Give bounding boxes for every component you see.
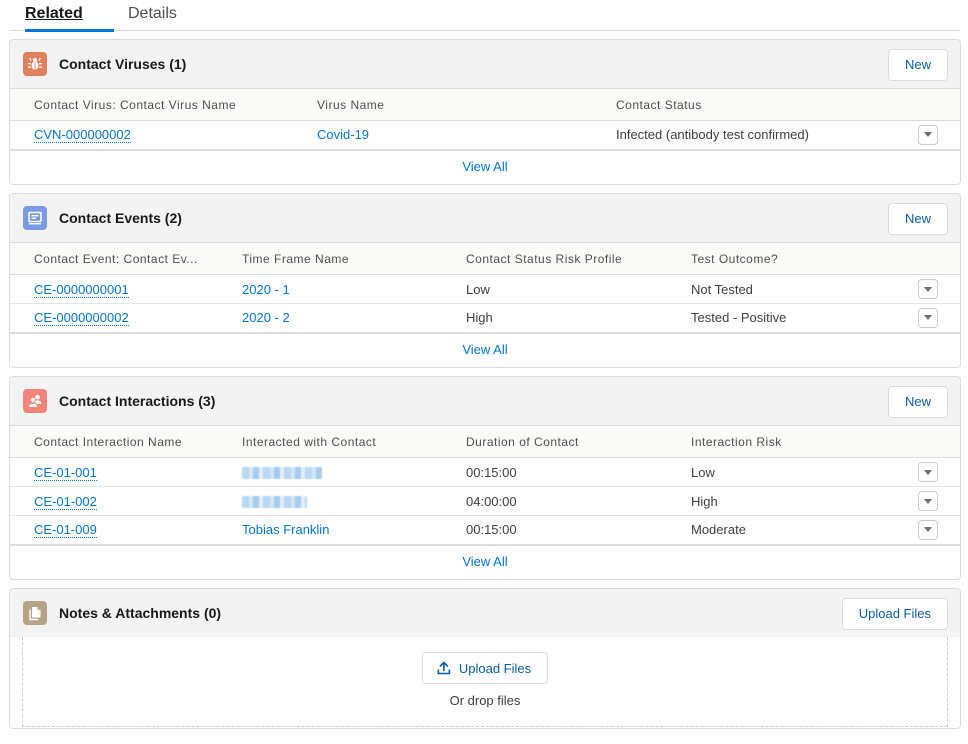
column-header[interactable]: Contact Interaction Name: [10, 425, 218, 458]
new-contact-virus-button[interactable]: New: [887, 49, 948, 81]
contact-events-table: Contact Event: Contact Ev... Time Frame …: [10, 242, 960, 334]
drop-files-hint: Or drop files: [449, 693, 521, 708]
card-footer: View All: [10, 333, 960, 367]
chevron-down-icon: [924, 498, 932, 504]
column-header[interactable]: Contact Status Risk Profile: [442, 242, 667, 275]
card-title: Contact Events (2): [59, 210, 182, 226]
contact-status: Infected (antibody test confirmed): [592, 120, 912, 151]
table-row: CE-0000000002 2020 - 2 High Tested - Pos…: [10, 303, 960, 334]
tab-details[interactable]: Details: [128, 4, 177, 24]
chevron-down-icon: [924, 469, 932, 475]
duration: 00:15:00: [442, 515, 667, 546]
column-header[interactable]: Contact Event: Contact Ev...: [10, 242, 218, 275]
card-header: Notes & Attachments (0) Upload Files: [10, 589, 960, 637]
new-contact-interaction-button[interactable]: New: [887, 386, 948, 418]
contact-events-card: Contact Events (2) New Contact Event: Co…: [9, 193, 961, 368]
new-contact-event-button[interactable]: New: [887, 203, 948, 235]
view-all-link[interactable]: View All: [462, 554, 507, 569]
actions-header: [912, 88, 960, 121]
redacted-contact-link[interactable]: [242, 467, 322, 480]
view-all-link[interactable]: View All: [462, 159, 507, 174]
column-header[interactable]: Duration of Contact: [442, 425, 667, 458]
row-actions-dropdown[interactable]: [918, 279, 938, 299]
contact-viruses-card: Contact Viruses (1) New Contact Virus: C…: [9, 39, 961, 185]
table-row: CVN-000000002 Covid-19 Infected (antibod…: [10, 120, 960, 151]
column-header[interactable]: Interaction Risk: [667, 425, 912, 458]
card-header: Contact Interactions (3) New: [10, 377, 960, 425]
contact-interactions-table: Contact Interaction Name Interacted with…: [10, 425, 960, 546]
card-title: Contact Viruses (1): [59, 56, 187, 72]
card-body: Upload Files Or drop files: [10, 637, 960, 728]
row-actions-dropdown[interactable]: [918, 519, 938, 540]
row-actions-dropdown[interactable]: [918, 462, 938, 482]
contact-interactions-card: Contact Interactions (3) New Contact Int…: [9, 376, 961, 580]
interaction-risk: Low: [667, 457, 912, 487]
time-frame-link[interactable]: 2020 - 1: [242, 282, 290, 297]
row-actions-dropdown[interactable]: [918, 491, 938, 511]
chevron-down-icon: [924, 132, 932, 138]
column-header[interactable]: Contact Status: [592, 88, 912, 121]
risk-profile: High: [442, 303, 667, 334]
duration: 04:00:00: [442, 486, 667, 516]
table-row: CE-01-009 Tobias Franklin 00:15:00 Moder…: [10, 515, 960, 546]
bug-icon: [23, 52, 47, 76]
test-outcome: Not Tested: [667, 274, 912, 304]
row-actions-dropdown[interactable]: [918, 307, 938, 328]
card-title: Notes & Attachments (0): [59, 605, 222, 621]
record-link[interactable]: CE-0000000002: [34, 310, 129, 327]
card-footer: View All: [10, 545, 960, 579]
chevron-down-icon: [924, 315, 932, 321]
people-icon: [23, 389, 47, 413]
table-row: CE-0000000001 2020 - 1 Low Not Tested: [10, 274, 960, 304]
tab-bar: Related Details: [10, 0, 960, 32]
active-tab-indicator: [25, 29, 114, 32]
upload-files-button[interactable]: Upload Files: [421, 652, 549, 684]
virus-link[interactable]: Covid-19: [317, 127, 369, 142]
upload-files-label: Upload Files: [458, 660, 532, 676]
file-drop-zone[interactable]: Upload Files Or drop files: [22, 637, 948, 727]
event-icon: [23, 206, 47, 230]
column-header[interactable]: Time Frame Name: [218, 242, 442, 275]
notes-attachments-card: Notes & Attachments (0) Upload Files Upl…: [9, 588, 961, 729]
view-all-link[interactable]: View All: [462, 342, 507, 357]
record-link[interactable]: CE-0000000001: [34, 281, 129, 298]
redacted-contact-link[interactable]: [242, 496, 307, 509]
card-header: Contact Viruses (1) New: [10, 40, 960, 88]
table-row: CE-01-002 04:00:00 High: [10, 486, 960, 516]
test-outcome: Tested - Positive: [667, 303, 912, 334]
chevron-down-icon: [924, 527, 932, 533]
upload-icon: [437, 661, 451, 675]
card-header: Contact Events (2) New: [10, 194, 960, 242]
table-row: CE-01-001 00:15:00 Low: [10, 457, 960, 487]
card-footer: View All: [10, 150, 960, 184]
record-link[interactable]: CVN-000000002: [34, 127, 131, 144]
record-link[interactable]: CE-01-002: [34, 493, 97, 510]
duration: 00:15:00: [442, 457, 667, 487]
record-link[interactable]: CE-01-001: [34, 464, 97, 481]
column-header[interactable]: Contact Virus: Contact Virus Name: [10, 88, 293, 121]
actions-header: [912, 425, 960, 458]
contact-viruses-table: Contact Virus: Contact Virus Name Virus …: [10, 88, 960, 151]
interaction-risk: High: [667, 486, 912, 516]
contact-link[interactable]: Tobias Franklin: [242, 522, 329, 537]
time-frame-link[interactable]: 2020 - 2: [242, 310, 290, 325]
actions-header: [912, 242, 960, 275]
chevron-down-icon: [924, 286, 932, 292]
tab-related[interactable]: Related: [25, 4, 83, 24]
row-actions-dropdown[interactable]: [918, 124, 938, 145]
card-title: Contact Interactions (3): [59, 393, 216, 409]
risk-profile: Low: [442, 274, 667, 304]
upload-files-header-button[interactable]: Upload Files: [841, 598, 948, 630]
column-header[interactable]: Test Outcome?: [667, 242, 912, 275]
interaction-risk: Moderate: [667, 515, 912, 546]
column-header[interactable]: Interacted with Contact: [218, 425, 442, 458]
file-icon: [23, 601, 47, 625]
record-link[interactable]: CE-01-009: [34, 522, 97, 539]
column-header[interactable]: Virus Name: [293, 88, 592, 121]
